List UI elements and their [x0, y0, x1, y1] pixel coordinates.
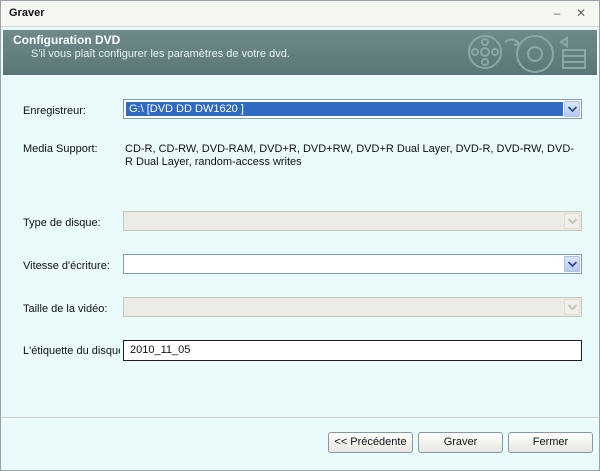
disc-label-input[interactable]: 2010_11_05	[123, 340, 582, 361]
minimize-icon[interactable]: –	[549, 5, 565, 21]
disc-type-select[interactable]	[123, 211, 582, 231]
burn-button[interactable]: Graver	[418, 432, 503, 453]
write-speed-label: Vitesse d'écriture:	[23, 260, 110, 272]
title-bar: Graver – ✕	[1, 1, 599, 27]
close-button[interactable]: Fermer	[508, 432, 593, 453]
footer-divider	[1, 417, 599, 419]
media-decoration-icon	[468, 35, 586, 73]
media-support-value: CD-R, CD-RW, DVD-RAM, DVD+R, DVD+RW, DVD…	[125, 143, 574, 168]
video-size-label: Taille de la vidéo:	[23, 303, 108, 315]
video-size-select[interactable]	[123, 297, 582, 317]
chevron-down-icon	[564, 213, 580, 229]
previous-button[interactable]: << Précédente	[328, 432, 413, 453]
header-title: Configuration DVD	[13, 33, 121, 47]
burn-dialog: Graver – ✕ Configuration DVD S'il vous p…	[0, 0, 600, 471]
header-subtitle: S'il vous plaît configurer les paramètre…	[31, 48, 290, 60]
window-title: Graver	[9, 7, 45, 19]
disc-label-label: L'étiquette du disque:	[23, 345, 120, 357]
dialog-header: Configuration DVD S'il vous plaît config…	[3, 30, 597, 75]
recorder-value: G:\ [DVD DD DW1620 ]	[126, 102, 563, 116]
close-icon[interactable]: ✕	[573, 5, 589, 21]
recorder-label: Enregistreur:	[23, 105, 86, 117]
recorder-select[interactable]: G:\ [DVD DD DW1620 ]	[123, 99, 582, 119]
chevron-down-icon[interactable]	[564, 101, 580, 117]
chevron-down-icon[interactable]	[564, 256, 580, 272]
media-support-label: Media Support:	[23, 143, 98, 155]
disc-type-label: Type de disque:	[23, 217, 101, 229]
chevron-down-icon	[564, 299, 580, 315]
write-speed-select[interactable]	[123, 254, 582, 274]
